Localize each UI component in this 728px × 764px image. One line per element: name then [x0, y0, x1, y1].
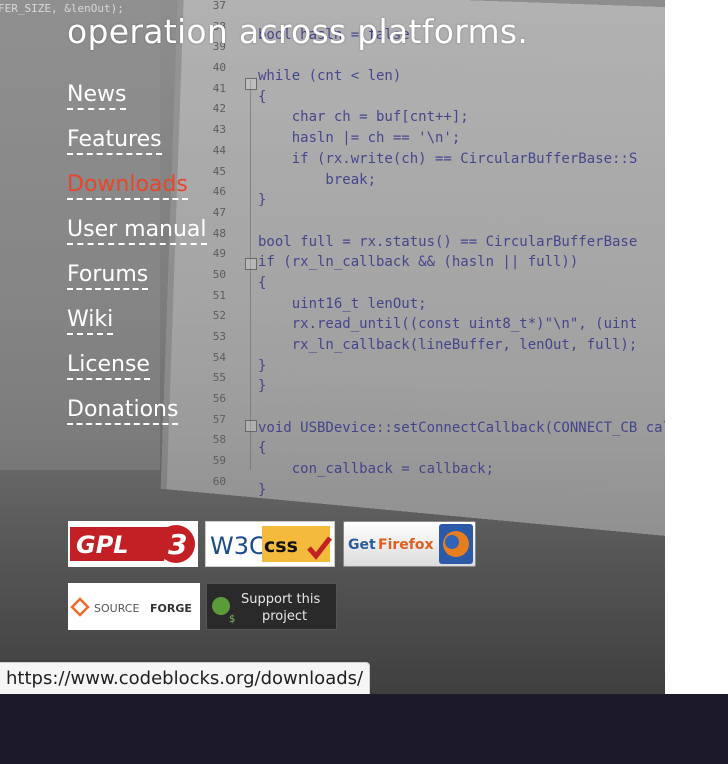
line-number: 53	[212, 330, 226, 343]
link-status-bar: https://www.codeblocks.org/downloads/	[0, 662, 370, 695]
code-line: bool full = rx.status() == CircularBuffe…	[258, 233, 638, 250]
line-number: 58	[212, 433, 226, 447]
code-line: rx.read_until((const uint8_t*)"\n", (uin…	[258, 316, 638, 333]
line-number: 45	[212, 164, 226, 178]
line-number: 40	[212, 61, 226, 75]
code-line: void USBDevice::setConnectCallback(CONNE…	[258, 419, 665, 436]
line-number: 48	[212, 226, 226, 240]
fold-marker-icon	[245, 258, 257, 270]
code-line: hasln |= ch == '\n';	[258, 130, 461, 147]
gear-icon	[212, 597, 230, 615]
get-firefox-badge[interactable]: Get Firefox	[343, 521, 476, 567]
line-number: 56	[212, 392, 226, 406]
nav-link-wiki[interactable]: Wiki	[67, 307, 114, 335]
code-line: uint16_t lenOut;	[258, 295, 427, 312]
fold-marker-icon	[245, 420, 257, 432]
line-number: 44	[212, 143, 226, 157]
nav-link-license[interactable]: License	[67, 352, 150, 380]
line-number: 50	[212, 267, 226, 281]
page-footer	[0, 694, 728, 764]
code-line: char ch = buf[cnt++];	[258, 109, 469, 126]
background-code: bool hasln = false; while (cnt < len){ ch…	[258, 4, 665, 501]
gpl-badge[interactable]: GPL 3	[68, 521, 198, 567]
code-line: {	[258, 274, 267, 291]
code-line: if (rx.write(ch) == CircularBufferBase::…	[258, 150, 638, 167]
line-number: 60	[212, 474, 226, 488]
nav-link-downloads[interactable]: Downloads	[67, 172, 188, 200]
nav-link-features[interactable]: Features	[67, 127, 162, 155]
firefox-get-text: Get	[348, 537, 376, 553]
w3c-css-badge[interactable]: W3C css	[205, 521, 335, 567]
code-line: if (rx_ln_callback && (hasln || full))	[258, 254, 579, 271]
line-number: 47	[212, 205, 226, 219]
line-number: 57	[212, 412, 226, 426]
code-line: while (cnt < len)	[258, 68, 402, 85]
page-heading: operation across platforms.	[67, 12, 529, 51]
w3c-text: W3C	[210, 532, 266, 560]
sourceforge-badge[interactable]: SOURCE FORGE	[68, 583, 200, 630]
code-line: {	[258, 440, 267, 457]
line-number: 46	[212, 185, 226, 199]
line-number: 41	[212, 81, 226, 95]
fold-marker-icon	[245, 78, 257, 90]
line-number: 51	[212, 288, 226, 302]
code-line: }	[258, 357, 267, 374]
support-project-badge[interactable]: $ Support this project	[206, 583, 337, 630]
nav-link-donations[interactable]: Donations	[67, 397, 179, 425]
gpl-version: 3	[168, 528, 187, 561]
line-number: 43	[212, 123, 226, 137]
line-number: 55	[212, 371, 226, 385]
line-number: 52	[212, 309, 226, 323]
code-line: }	[258, 192, 267, 209]
code-line: break;	[258, 171, 377, 188]
support-line1: Support this	[241, 592, 320, 607]
hero-section: FER_SIZE, &lenOut); 37 38 39 40 41 42 43 44 45 46…	[0, 0, 665, 694]
svg-text:$: $	[229, 614, 235, 625]
sourceforge-forge-text: FORGE	[150, 602, 192, 615]
line-number: 54	[212, 350, 226, 364]
code-line: {	[258, 88, 267, 105]
code-line: rx_ln_callback(lineBuffer, lenOut, full)…	[258, 337, 638, 353]
code-line: }	[258, 481, 267, 498]
line-number: 59	[212, 454, 226, 468]
sourceforge-source-text: SOURCE	[94, 602, 139, 615]
nav-link-forums[interactable]: Forums	[67, 262, 149, 290]
css-text: css	[264, 535, 298, 557]
line-number: 42	[212, 102, 226, 116]
nav-link-news[interactable]: News	[67, 82, 127, 110]
gpl-text: GPL	[76, 531, 129, 559]
code-line: }	[258, 378, 267, 395]
line-number: 49	[212, 247, 226, 261]
nav-link-user-manual[interactable]: User manual	[67, 217, 207, 245]
fold-guide	[250, 80, 251, 470]
code-line: con_callback = callback;	[258, 461, 495, 478]
main-nav: News Features Downloads User manual Foru…	[67, 82, 207, 442]
background-line-numbers: 37 38 39 40 41 42 43 44 45 46 47 48 49 50 51 52 53 54 55 56…	[206, 0, 226, 493]
support-line2: project	[262, 609, 307, 624]
firefox-brand-text: Firefox	[378, 537, 434, 553]
